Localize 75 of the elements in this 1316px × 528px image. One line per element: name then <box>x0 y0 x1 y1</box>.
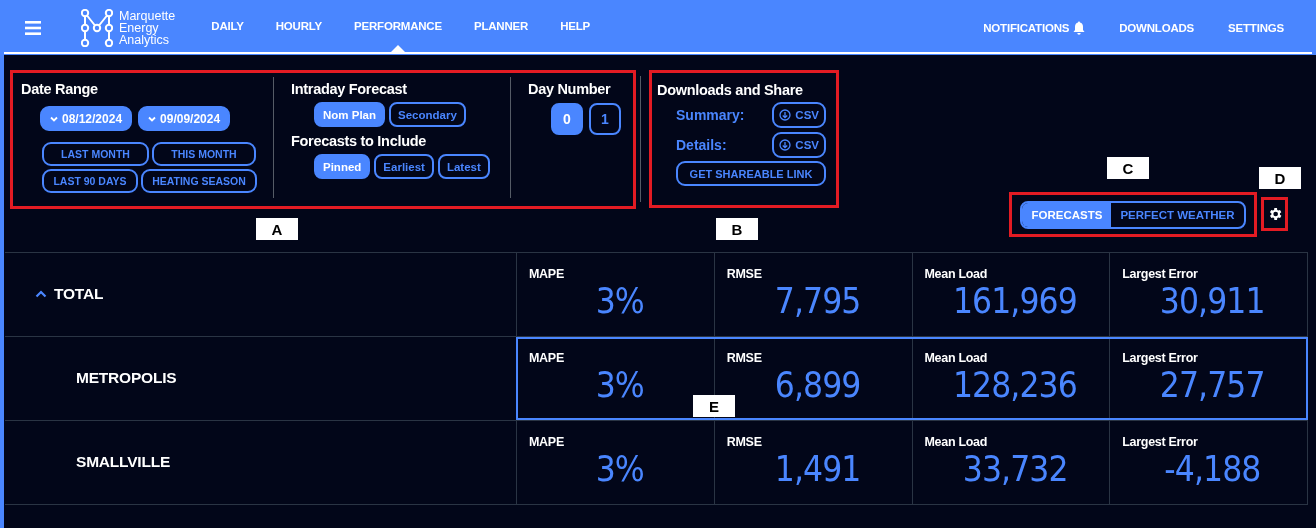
metric-label: Mean Load <box>924 351 988 365</box>
nav-tab[interactable]: PLANNER <box>473 0 529 52</box>
row-name[interactable]: SMALLVILLE <box>76 452 171 471</box>
metric-value: 33,732 <box>962 450 1068 488</box>
section-title: Downloads and Share <box>657 82 804 98</box>
metric-label: Largest Error <box>1122 267 1198 281</box>
callout-label: D <box>1259 167 1301 189</box>
day-button[interactable]: 1 <box>589 103 621 135</box>
metric-value: 7,795 <box>774 282 860 320</box>
bell-icon <box>1073 20 1086 35</box>
metric-label: MAPE <box>529 351 564 365</box>
metric-value: 27,757 <box>1160 366 1266 404</box>
date-picker[interactable]: 08/12/2024 <box>40 106 133 131</box>
row-name[interactable]: TOTAL <box>54 285 104 303</box>
toggle-option[interactable]: FORECASTS <box>1022 202 1112 227</box>
metric-value: 6,899 <box>774 366 860 404</box>
preset-button[interactable]: THIS MONTH <box>152 142 256 166</box>
metric-label: Largest Error <box>1122 435 1198 449</box>
option-button[interactable]: Earliest <box>374 154 434 179</box>
share-link-button[interactable]: GET SHAREABLE LINK <box>676 161 826 186</box>
section-title: Date Range <box>21 81 99 97</box>
metric-label: Largest Error <box>1122 351 1198 365</box>
metric-value: -4,188 <box>1164 450 1261 488</box>
callout-label: A <box>256 218 298 240</box>
metric-label: RMSE <box>726 351 762 365</box>
callout-label: C <box>1107 157 1149 179</box>
download-label: Details: <box>676 137 727 153</box>
csv-button[interactable]: CSV <box>772 102 826 128</box>
metrics-row[interactable]: MAPE 3% RMSE 1,491 Mean Load 33,732 Largest Error -4,188 <box>516 421 1308 504</box>
metric-label: MAPE <box>529 435 564 449</box>
metric-value: 1,491 <box>774 450 860 488</box>
metric-label: RMSE <box>726 435 762 449</box>
download-icon <box>779 139 792 151</box>
metric-value: 161,969 <box>952 282 1077 320</box>
option-button[interactable]: Secondary <box>389 102 466 127</box>
download-label: Summary: <box>676 107 745 123</box>
section-title: Intraday Forecast <box>291 81 408 97</box>
logo-icon <box>81 8 113 47</box>
nav-tab[interactable]: DAILY <box>211 0 244 52</box>
metrics-row[interactable]: MAPE 3% RMSE 7,795 Mean Load 161,969 Largest Error 30,911 <box>516 253 1308 336</box>
section-title: Forecasts to Include <box>291 133 427 149</box>
metric-label: Mean Load <box>924 435 988 449</box>
collapse-caret-icon[interactable] <box>35 290 47 298</box>
nav-tab[interactable]: HELP <box>560 0 590 52</box>
nav-tab[interactable]: HOURLY <box>275 0 323 52</box>
option-button[interactable]: Pinned <box>314 154 371 179</box>
metric-value: 3% <box>595 450 644 488</box>
toggle-option[interactable]: PERFECT WEATHER <box>1111 202 1244 227</box>
nav-link[interactable]: NOTIFICATIONS <box>983 20 1086 35</box>
metric-value: 3% <box>595 282 644 320</box>
metric-value: 30,911 <box>1160 282 1266 320</box>
row-name[interactable]: METROPOLIS <box>76 368 177 387</box>
preset-button[interactable]: HEATING SEASON <box>141 169 257 193</box>
download-icon <box>779 109 792 121</box>
option-button[interactable]: Latest <box>437 154 490 179</box>
nav-link[interactable]: DOWNLOADS <box>1119 20 1195 35</box>
menu-icon[interactable] <box>25 20 41 35</box>
metric-label: MAPE <box>529 267 564 281</box>
metric-value: 3% <box>595 366 644 404</box>
caret-icon <box>148 115 157 122</box>
option-button[interactable]: Nom Plan <box>314 102 386 127</box>
day-button[interactable]: 0 <box>551 103 583 135</box>
caret-icon <box>50 115 58 122</box>
preset-button[interactable]: LAST 90 DAYS <box>42 169 138 193</box>
nav-link[interactable]: SETTINGS <box>1228 20 1284 35</box>
metric-label: Mean Load <box>924 267 988 281</box>
date-picker[interactable]: 09/09/2024 <box>138 106 231 131</box>
callout-label: B <box>716 218 758 240</box>
section-title: Day Number <box>528 81 612 97</box>
preset-button[interactable]: LAST MONTH <box>42 142 149 166</box>
metric-value: 128,236 <box>952 366 1077 404</box>
callout-label: E <box>693 395 735 417</box>
brand-name: Marquette Energy Analytics <box>119 9 176 46</box>
csv-button[interactable]: CSV <box>772 132 826 158</box>
metric-label: RMSE <box>726 267 762 281</box>
